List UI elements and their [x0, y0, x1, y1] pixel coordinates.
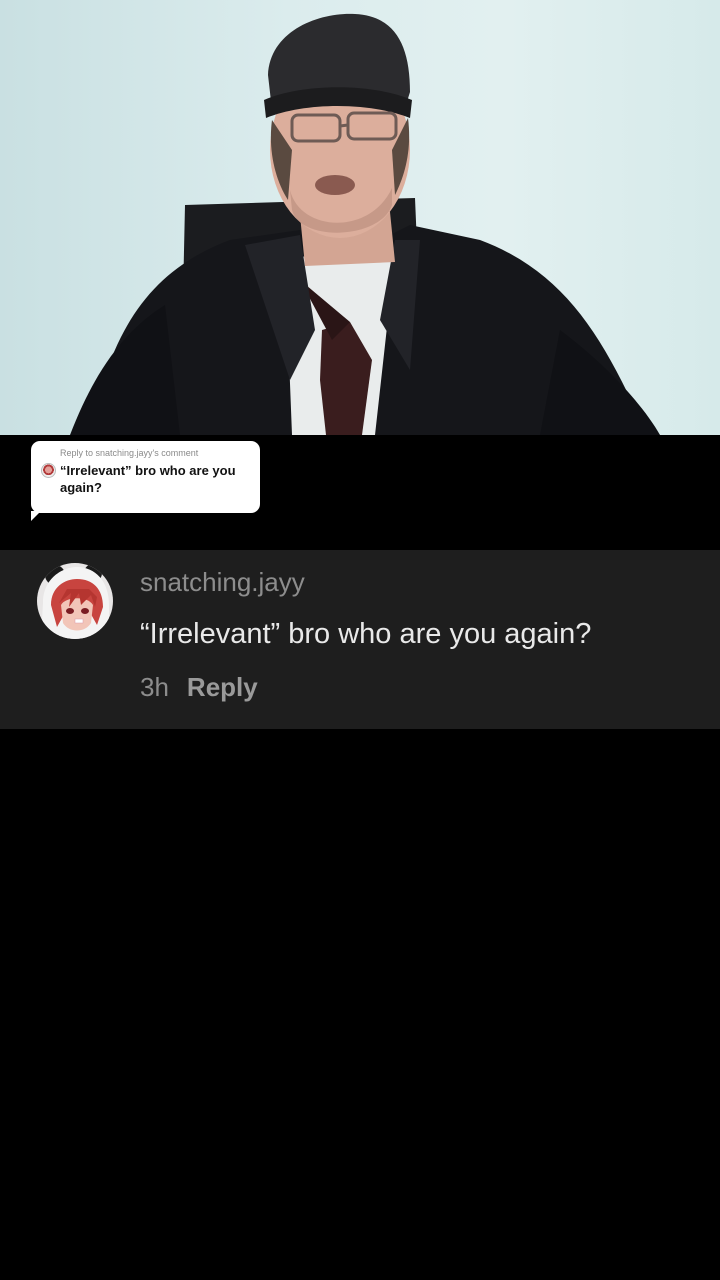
reply-comment-sticker[interactable]: Reply to snatching.jayy's comment “Irrel… — [31, 441, 260, 521]
sticker-comment-row: “Irrelevant” bro who are you again? — [41, 462, 250, 496]
sticker-quoted-comment: “Irrelevant” bro who are you again? — [60, 463, 236, 495]
comment-meta: 3h Reply — [140, 672, 258, 703]
anime-avatar-icon — [37, 563, 113, 639]
video-scene — [70, 13, 660, 435]
anime-avatar-icon — [41, 463, 56, 478]
comment-username[interactable]: snatching.jayy — [140, 567, 305, 598]
reply-to-label: Reply to snatching.jayy's comment — [60, 448, 199, 458]
reply-button[interactable]: Reply — [187, 672, 258, 702]
comment-text: “Irrelevant” bro who are you again? — [140, 618, 592, 650]
comment-timestamp: 3h — [140, 672, 169, 702]
comment-avatar[interactable] — [37, 563, 113, 639]
sticker-tail — [31, 511, 41, 521]
video-frame[interactable] — [0, 0, 720, 435]
comment-card: snatching.jayy “Irrelevant” bro who are … — [0, 550, 720, 729]
